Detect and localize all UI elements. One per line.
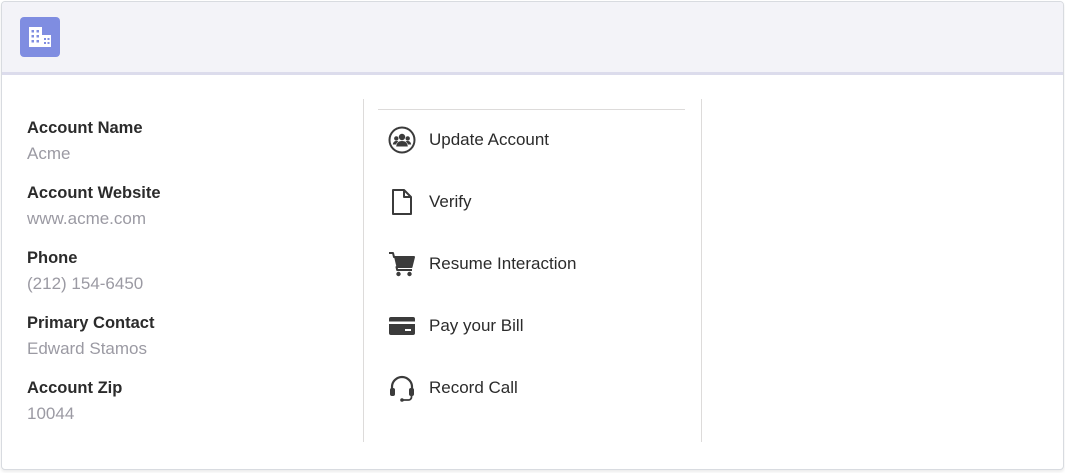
field-label: Account Website bbox=[27, 184, 161, 202]
action-label: Record Call bbox=[429, 378, 518, 397]
field-label: Account Name bbox=[27, 119, 143, 137]
field-label: Account Zip bbox=[27, 379, 123, 397]
headset-icon bbox=[388, 374, 416, 402]
card-header bbox=[2, 2, 1063, 75]
field-account-website: Account Website www.acme.com bbox=[27, 183, 347, 248]
field-account-zip: Account Zip 10044 bbox=[27, 378, 347, 443]
field-value: Edward Stamos bbox=[27, 339, 147, 358]
field-label: Primary Contact bbox=[27, 314, 155, 332]
field-phone: Phone (212) 154-6450 bbox=[27, 248, 347, 313]
account-fields: Account Name Acme Account Website www.ac… bbox=[27, 118, 347, 443]
document-icon bbox=[388, 188, 416, 216]
field-value: www.acme.com bbox=[27, 209, 147, 228]
action-label: Update Account bbox=[429, 130, 550, 149]
column-divider bbox=[363, 99, 364, 442]
field-value: Acme bbox=[27, 144, 71, 163]
action-record-call[interactable]: Record Call bbox=[378, 357, 688, 419]
field-value: 10044 bbox=[27, 404, 75, 423]
action-resume-interaction[interactable]: Resume Interaction bbox=[378, 233, 688, 295]
action-list: Update Account Verify Resume Interaction… bbox=[378, 109, 688, 419]
action-pay-your-bill[interactable]: Pay your Bill bbox=[378, 295, 688, 357]
action-verify[interactable]: Verify bbox=[378, 171, 688, 233]
field-value: (212) 154-6450 bbox=[27, 274, 144, 293]
action-label: Verify bbox=[429, 192, 472, 211]
cart-icon bbox=[388, 250, 416, 278]
building-icon bbox=[20, 17, 60, 57]
account-card: Account Name Acme Account Website www.ac… bbox=[1, 1, 1064, 470]
user-group-icon bbox=[388, 126, 416, 154]
column-divider bbox=[701, 99, 702, 442]
action-label: Resume Interaction bbox=[429, 254, 577, 273]
field-account-name: Account Name Acme bbox=[27, 118, 347, 183]
action-update-account[interactable]: Update Account bbox=[378, 109, 688, 171]
credit-card-icon bbox=[388, 312, 416, 340]
field-primary-contact: Primary Contact Edward Stamos bbox=[27, 313, 347, 378]
action-label: Pay your Bill bbox=[429, 316, 524, 335]
field-label: Phone bbox=[27, 249, 78, 267]
